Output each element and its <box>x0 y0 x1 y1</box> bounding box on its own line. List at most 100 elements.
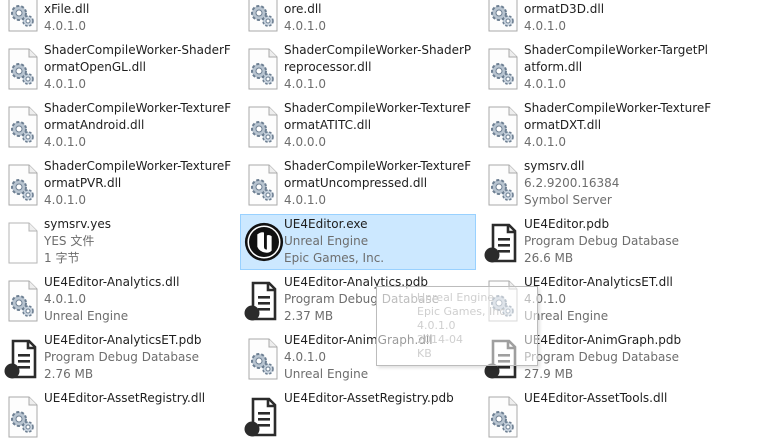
dll-gear-icon <box>243 337 281 381</box>
file-item[interactable]: ShaderCompileWorker-TextureF ormatAndroid… <box>0 98 236 154</box>
file-meta: 4.0.1.0 <box>284 350 326 364</box>
dll-gear-icon <box>243 163 281 207</box>
file-meta: Symbol Server <box>524 193 612 207</box>
file-meta: 4.0.1.0 <box>44 77 86 91</box>
file-name-line: UE4Editor-AnalyticsET.pdb <box>44 333 202 347</box>
file-item[interactable]: ShaderCompileWorker-TextureF ormatATITC.d… <box>240 98 476 154</box>
file-meta: 4.0.1.0 <box>524 19 566 33</box>
file-name-line: symsrv.yes <box>44 217 111 231</box>
file-name-line: ormatOpenGL.dll <box>44 60 146 74</box>
file-meta: Unreal Engine <box>284 234 369 248</box>
file-name-line: ShaderCompileWorker-TextureF <box>284 159 472 173</box>
file-text: ShaderCompileWorker-ShaderP reprocessor.d… <box>284 42 476 93</box>
file-text: ShaderCompileWorker-TextureF ormatATITC.d… <box>284 100 476 151</box>
file-name-line: UE4Editor-AssetRegistry.pdb <box>284 391 454 405</box>
file-item[interactable]: UE4Editor-AssetTools.dll <box>480 388 716 444</box>
file-item[interactable]: ShaderCompileWorker-TextureF ormatPVR.dll… <box>0 156 236 212</box>
file-item[interactable]: ShaderCompileWorker-TextureF ormatUncompr… <box>240 156 476 212</box>
file-text: ShaderCompileWorker-ShaderF ormatOpenGL.d… <box>44 42 236 93</box>
file-name-line: UE4Editor-Analytics.pdb <box>284 275 428 289</box>
dll-gear-icon <box>483 47 521 91</box>
file-name-line: ormatUncompressed.dll <box>284 176 428 190</box>
file-item[interactable]: ShaderCompileWorker-ShaderFormatD3D.dll4… <box>480 0 716 38</box>
file-meta: 4.0.1.0 <box>44 193 86 207</box>
file-meta: Program Debug Database <box>44 350 199 364</box>
file-name-line: symsrv.dll <box>524 159 585 173</box>
file-name-line: ShaderCompileWorker-TextureF <box>44 101 232 115</box>
file-meta: 4.0.1.0 <box>524 135 566 149</box>
file-text: ShaderCompileWorker-TextureF ormatDXT.dll… <box>524 100 716 151</box>
file-text: ShaderCompileWorker-TargetPl atform.dll 4.… <box>524 42 716 93</box>
file-item[interactable]: ShaderCompileWorker-ShaderP reprocessor.d… <box>240 40 476 96</box>
file-name-line: ormatAndroid.dll <box>44 118 145 132</box>
file-meta: Unreal Engine <box>44 309 129 323</box>
file-meta: 4.0.1.0 <box>284 19 326 33</box>
file-name-line: UE4Editor-AnimGraph.dll <box>284 333 433 347</box>
file-item[interactable]: UE4Editor-AnalyticsET.dll 4.0.1.0 Unreal E… <box>480 272 716 328</box>
file-item[interactable]: UE4Editor-AnimGraph.dll 4.0.1.0 Unreal Eng… <box>240 330 476 386</box>
file-text: UE4Editor-AnimGraph.dll 4.0.1.0 Unreal Eng… <box>284 332 476 383</box>
file-meta: Program Debug Database <box>524 350 679 364</box>
dll-gear-icon <box>243 0 281 33</box>
dll-gear-icon <box>483 0 521 33</box>
file-meta: 1 字节 <box>44 251 80 265</box>
file-item[interactable]: UE4Editor.pdb Program Debug Database 26.6 … <box>480 214 716 270</box>
file-item[interactable]: symsrv.yes YES 文件 1 字节 <box>0 214 236 270</box>
file-item[interactable]: ShaderCompileWorker-TextureF ormatDXT.dll… <box>480 98 716 154</box>
pdb-file-icon <box>243 279 281 323</box>
unreal-engine-logo-icon <box>243 221 284 265</box>
file-meta: 6.2.9200.16384 <box>524 176 620 190</box>
pdb-file-icon <box>483 337 521 381</box>
file-text: UE4Editor-AssetRegistry.pdb <box>284 390 476 407</box>
file-meta: 4.0.1.0 <box>44 292 86 306</box>
file-text: ShaderCompileWorker-TextureF ormatPVR.dll… <box>44 158 236 209</box>
file-text: UE4Editor.exe Unreal Engine Epic Games, In… <box>284 216 476 267</box>
file-item[interactable]: UE4Editor-AnalyticsET.pdb Program Debug D… <box>0 330 236 386</box>
file-name-line: ShaderCompileWorker-ShaderF <box>44 43 231 57</box>
file-name-line: ormatPVR.dll <box>44 176 122 190</box>
file-text: ShaderCompileWorker-ShaderCore.dll4.0.1.… <box>284 0 476 35</box>
file-name-line: UE4Editor-AnalyticsET.dll <box>524 275 673 289</box>
file-text: UE4Editor-AnalyticsET.dll 4.0.1.0 Unreal E… <box>524 274 716 325</box>
file-text: UE4Editor.pdb Program Debug Database 26.6 … <box>524 216 716 267</box>
file-meta: 4.0.1.0 <box>284 193 326 207</box>
file-item[interactable]: UE4Editor-Analytics.dll 4.0.1.0 Unreal Eng… <box>0 272 236 328</box>
file-text: ShaderCompileWorker-ShaderFormatD3D.dll4… <box>524 0 716 35</box>
file-item[interactable]: ShaderCompileWorker-SandboxFile.dll4.0.1… <box>0 0 236 38</box>
file-grid: ShaderCompileWorker-SandboxFile.dll4.0.1… <box>0 0 774 438</box>
file-name-line: ormatDXT.dll <box>524 118 602 132</box>
file-name-line: ShaderCompileWorker-TargetPl <box>524 43 709 57</box>
file-text: UE4Editor-AssetRegistry.dll <box>44 390 236 407</box>
file-name-line: UE4Editor-AssetTools.dll <box>524 391 668 405</box>
dll-gear-icon <box>483 163 521 207</box>
file-item[interactable]: ShaderCompileWorker-ShaderF ormatOpenGL.d… <box>0 40 236 96</box>
dll-gear-icon <box>3 47 41 91</box>
file-meta: 2.76 MB <box>44 367 94 381</box>
file-name-line: UE4Editor.pdb <box>524 217 610 231</box>
file-name-line: UE4Editor.exe <box>284 217 368 231</box>
file-text: ShaderCompileWorker-TextureF ormatAndroid… <box>44 100 236 151</box>
file-meta: Program Debug Database <box>524 234 679 248</box>
file-item[interactable]: UE4Editor-AnimGraph.pdb Program Debug Dat… <box>480 330 716 386</box>
file-name-line: xFile.dll <box>44 2 90 16</box>
file-name-line: ShaderCompileWorker-TextureF <box>44 159 232 173</box>
file-meta: 4.0.1.0 <box>284 77 326 91</box>
file-item[interactable]: UE4Editor-AssetRegistry.dll <box>0 388 236 444</box>
file-item[interactable]: UE4Editor.exe Unreal Engine Epic Games, In… <box>240 214 476 270</box>
pdb-file-icon <box>483 221 521 265</box>
file-name-line: UE4Editor-AssetRegistry.dll <box>44 391 206 405</box>
file-meta: Unreal Engine <box>284 367 369 381</box>
dll-gear-icon <box>3 279 41 323</box>
file-name-line: UE4Editor-Analytics.dll <box>44 275 180 289</box>
dll-gear-icon <box>3 0 41 33</box>
pdb-file-icon <box>3 337 41 381</box>
file-name-line: UE4Editor-AnimGraph.pdb <box>524 333 682 347</box>
file-item[interactable]: ShaderCompileWorker-TargetPl atform.dll 4.… <box>480 40 716 96</box>
file-item[interactable]: symsrv.dll 6.2.9200.16384 Symbol Server <box>480 156 716 212</box>
file-item[interactable]: UE4Editor-Analytics.pdb Program Debug Dat… <box>240 272 476 328</box>
file-item[interactable]: ShaderCompileWorker-ShaderCore.dll4.0.1.… <box>240 0 476 38</box>
file-name-line: ShaderCompileWorker-TextureF <box>284 101 472 115</box>
file-item[interactable]: UE4Editor-AssetRegistry.pdb <box>240 388 476 444</box>
file-text: symsrv.yes YES 文件 1 字节 <box>44 216 236 267</box>
file-meta: YES 文件 <box>44 234 95 248</box>
